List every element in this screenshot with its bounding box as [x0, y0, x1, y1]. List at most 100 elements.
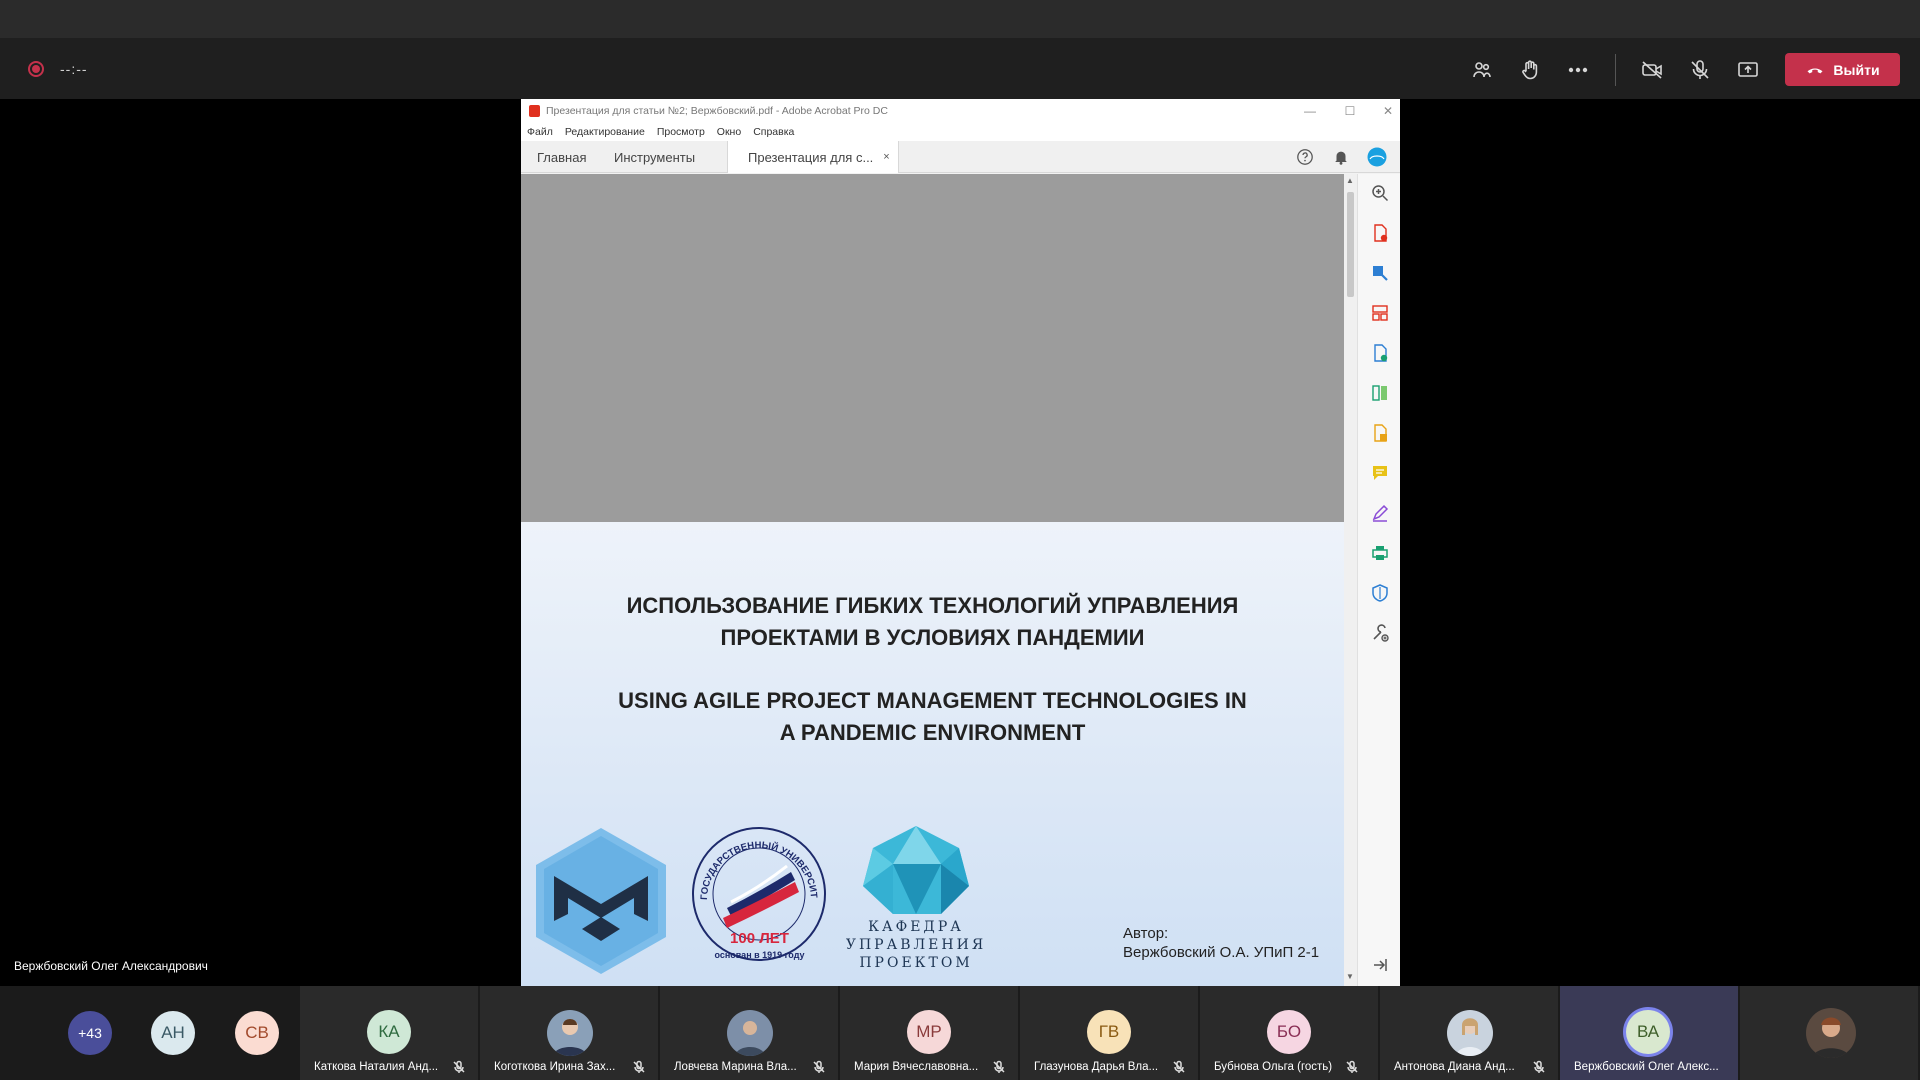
more-tools-icon[interactable] [1369, 622, 1391, 644]
shared-screen-acrobat-window: Презентация для статьи №2; Вержбовский.p… [521, 99, 1400, 986]
help-icon[interactable] [1295, 147, 1315, 167]
department-name: КАФЕДРА УПРАВЛЕНИЯ ПРОЕКТОМ [841, 918, 991, 972]
seal-years-label: 100 ЛЕТ [730, 930, 789, 947]
share-screen-button[interactable] [1730, 52, 1766, 88]
leave-call-label: Выйти [1833, 61, 1880, 78]
mic-muted-icon [812, 1060, 826, 1074]
export-pdf-icon[interactable] [1369, 222, 1391, 244]
fill-sign-icon[interactable] [1369, 502, 1391, 524]
participant-avatar-sv[interactable]: СВ [235, 1011, 279, 1055]
comment-icon[interactable] [1369, 462, 1391, 484]
mic-off-icon [1691, 60, 1709, 79]
close-window-icon[interactable]: ✕ [1376, 101, 1400, 121]
participant-avatar-ka: КА [367, 1010, 411, 1054]
participant-avatar-mr: МР [907, 1010, 951, 1054]
hexagon-logo-icon [536, 828, 666, 974]
slide-title-ru-line1: ИСПОЛЬЗОВАНИЕ ГИБКИХ ТЕХНОЛОГИЙ УПРАВЛЕН… [626, 593, 1239, 618]
protect-shield-icon[interactable] [1369, 582, 1391, 604]
tab-tools[interactable]: Инструменты [614, 141, 695, 173]
document-viewport[interactable]: ИСПОЛЬЗОВАНИЕ ГИБКИХ ТЕХНОЛОГИЙ УПРАВЛЕН… [521, 174, 1344, 986]
acrobat-window-title: Презентация для статьи №2; Вержбовский.p… [546, 105, 888, 117]
slide-title-english: USING AGILE PROJECT MANAGEMENT TECHNOLOG… [521, 685, 1344, 749]
raise-hand-button[interactable] [1512, 52, 1548, 88]
university-seal-logo: ГОСУДАРСТВЕННЫЙ УНИВЕРСИТЕТ УПРАВЛЕНИЯ 1… [687, 822, 832, 972]
combine-files-icon[interactable] [1369, 422, 1391, 444]
window-title-strip [0, 0, 1920, 38]
participant-photo-avatar [727, 1010, 773, 1056]
menu-view[interactable]: Просмотр [657, 126, 705, 138]
presenter-name-label: Вержбовский Олег Александрович [14, 959, 208, 973]
camera-off-icon [1642, 61, 1662, 79]
acrobat-tools-pane [1357, 174, 1400, 986]
participant-name: Вержбовский Олег Алекс... [1574, 1061, 1719, 1073]
slide-author-block: Автор: Вержбовский О.А. УПиП 2-1 [1123, 924, 1319, 962]
dept-line3: ПРОЕКТОМ [859, 955, 973, 971]
slide-title-en-line2: A PANDEMIC ENVIRONMENT [779, 720, 1086, 745]
tab-document[interactable]: Презентация для с... × [727, 141, 899, 173]
camera-toggle-button[interactable] [1634, 52, 1670, 88]
scroll-up-icon[interactable]: ▲ [1346, 176, 1354, 185]
participant-name: Ловчева Марина Вла... [674, 1061, 797, 1073]
edit-pdf-icon[interactable] [1369, 262, 1391, 284]
department-logo: КАФЕДРА УПРАВЛЕНИЯ ПРОЕКТОМ [841, 824, 991, 984]
zoom-in-icon[interactable] [1369, 182, 1391, 204]
participant-avatar-bo: БО [1267, 1010, 1311, 1054]
participant-name: Глазунова Дарья Вла... [1034, 1061, 1159, 1073]
scroll-down-icon[interactable]: ▼ [1346, 972, 1354, 981]
participants-icon [1473, 62, 1491, 78]
raise-hand-icon [1522, 60, 1538, 80]
tab-home[interactable]: Главная [537, 141, 586, 173]
dept-line1: КАФЕДРА [868, 919, 964, 935]
author-name: Вержбовский О.А. УПиП 2-1 [1123, 944, 1320, 961]
participant-name: Мария Вячеславовна... [854, 1061, 979, 1073]
account-avatar-icon[interactable] [1367, 147, 1387, 167]
self-video-avatar[interactable] [1806, 1008, 1856, 1058]
acrobat-tab-bar: Главная Инструменты Презентация для с...… [521, 141, 1400, 173]
slide-page: ИСПОЛЬЗОВАНИЕ ГИБКИХ ТЕХНОЛОГИЙ УПРАВЛЕН… [521, 522, 1344, 986]
print-production-icon[interactable] [1369, 542, 1391, 564]
mic-muted-icon [1345, 1060, 1359, 1074]
hang-up-icon [1807, 67, 1823, 73]
minimize-icon[interactable]: — [1298, 101, 1322, 121]
more-participants-badge[interactable]: +43 [68, 1011, 112, 1055]
teams-call-screen: --:-- Выйти Презентация для статьи №2; В… [0, 0, 1920, 1080]
share-screen-icon [1738, 62, 1758, 77]
recording-indicator-icon [28, 61, 44, 77]
acrobat-menu-bar: Файл Редактирование Просмотр Окно Справк… [521, 123, 1400, 141]
participant-photo-avatar [1447, 1010, 1493, 1056]
menu-edit[interactable]: Редактирование [565, 126, 645, 138]
mic-muted-icon [452, 1060, 466, 1074]
mic-muted-icon [992, 1060, 1006, 1074]
maximize-icon[interactable]: ☐ [1338, 101, 1362, 121]
menu-file[interactable]: Файл [527, 126, 553, 138]
participant-name: Антонова Диана Анд... [1394, 1061, 1515, 1073]
slide-title-russian: ИСПОЛЬЗОВАНИЕ ГИБКИХ ТЕХНОЛОГИЙ УПРАВЛЕН… [521, 590, 1344, 654]
slide-title-en-line1: USING AGILE PROJECT MANAGEMENT TECHNOLOG… [618, 688, 1247, 713]
scrollbar-thumb[interactable] [1347, 192, 1354, 297]
participant-name: Каткова Наталия Анд... [314, 1061, 439, 1073]
participant-avatar-va: ВА [1626, 1010, 1670, 1054]
more-actions-button[interactable] [1560, 52, 1596, 88]
call-timer: --:-- [60, 61, 88, 77]
collapse-pane-icon[interactable] [1369, 954, 1391, 976]
mic-muted-icon [1532, 1060, 1546, 1074]
participant-photo-avatar [547, 1010, 593, 1056]
author-label: Автор: [1123, 925, 1169, 942]
dept-line2: УПРАВЛЕНИЯ [845, 937, 987, 953]
compare-files-icon[interactable] [1369, 382, 1391, 404]
close-tab-icon[interactable]: × [883, 151, 889, 163]
leave-call-button[interactable]: Выйти [1785, 53, 1900, 86]
participant-avatar-an[interactable]: АН [151, 1011, 195, 1055]
menu-window[interactable]: Окно [717, 126, 741, 138]
create-pdf-icon[interactable] [1369, 342, 1391, 364]
document-scrollbar[interactable]: ▲ ▼ [1344, 174, 1357, 986]
organize-pages-icon[interactable] [1369, 302, 1391, 324]
participants-button[interactable] [1464, 52, 1500, 88]
menu-help[interactable]: Справка [753, 126, 794, 138]
notifications-bell-icon[interactable] [1331, 147, 1351, 167]
pdf-file-icon [529, 105, 540, 117]
participant-avatar-gv: ГВ [1087, 1010, 1131, 1054]
seal-since-label: основан в 1919 году [714, 950, 805, 960]
acrobat-title-bar: Презентация для статьи №2; Вержбовский.p… [521, 99, 1400, 123]
mic-toggle-button[interactable] [1682, 52, 1718, 88]
